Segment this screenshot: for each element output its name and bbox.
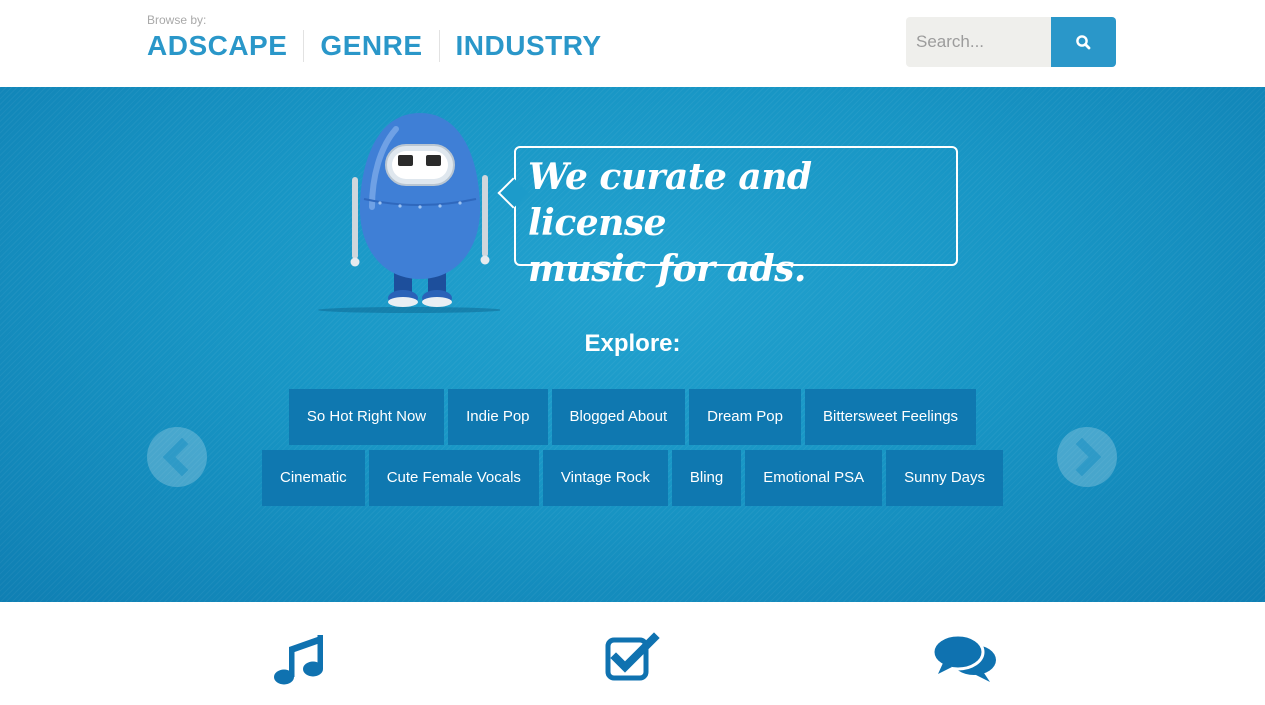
nav-genre-link[interactable]: GENRE — [320, 28, 422, 64]
tag-blogged-about[interactable]: Blogged About — [551, 389, 686, 445]
tagline-line-2: music for ads. — [528, 248, 806, 290]
nav-divider — [303, 30, 305, 62]
nav-divider — [438, 30, 440, 62]
browse-nav: ADSCAPE GENRE INDUSTRY — [147, 28, 602, 64]
search-button[interactable] — [1051, 17, 1116, 67]
search-icon — [1076, 35, 1091, 50]
tag-bling[interactable]: Bling — [671, 450, 742, 506]
tagline-text: We curate and license music for ads. — [528, 154, 948, 292]
tag-cinematic[interactable]: Cinematic — [262, 450, 365, 506]
tag-indie-pop[interactable]: Indie Pop — [448, 389, 548, 445]
tag-bittersweet-feelings[interactable]: Bittersweet Feelings — [805, 389, 977, 445]
chevron-left-icon — [162, 437, 189, 477]
music-note-icon — [274, 635, 323, 685]
checkbox-icon — [605, 632, 660, 681]
site-header: Browse by: ADSCAPE GENRE INDUSTRY — [0, 0, 1265, 87]
search-input[interactable] — [906, 17, 1051, 67]
carousel-prev-button[interactable] — [147, 427, 207, 487]
hero-banner: We curate and license music for ads. Exp… — [0, 87, 1265, 602]
chevron-right-icon — [1075, 437, 1102, 477]
nav-adscape-link[interactable]: ADSCAPE — [147, 28, 287, 64]
speech-bubble-tail — [497, 177, 529, 209]
chat-bubbles-icon — [932, 633, 996, 682]
explore-heading: Explore: — [584, 330, 681, 357]
tag-cute-female-vocals[interactable]: Cute Female Vocals — [368, 450, 539, 506]
browse-by-label: Browse by: — [147, 13, 207, 27]
tag-vintage-rock[interactable]: Vintage Rock — [542, 450, 668, 506]
tagline-speech-bubble: We curate and license music for ads. — [497, 146, 958, 290]
tag-so-hot-right-now[interactable]: So Hot Right Now — [288, 389, 445, 445]
tag-dream-pop[interactable]: Dream Pop — [689, 389, 801, 445]
search-form — [906, 17, 1116, 67]
carousel-next-button[interactable] — [1057, 427, 1117, 487]
robot-mascot — [318, 113, 500, 313]
nav-industry-link[interactable]: INDUSTRY — [456, 28, 602, 64]
tag-sunny-days[interactable]: Sunny Days — [886, 450, 1003, 506]
tagline-line-1: We curate and license — [528, 156, 812, 244]
tag-emotional-psa[interactable]: Emotional PSA — [745, 450, 883, 506]
